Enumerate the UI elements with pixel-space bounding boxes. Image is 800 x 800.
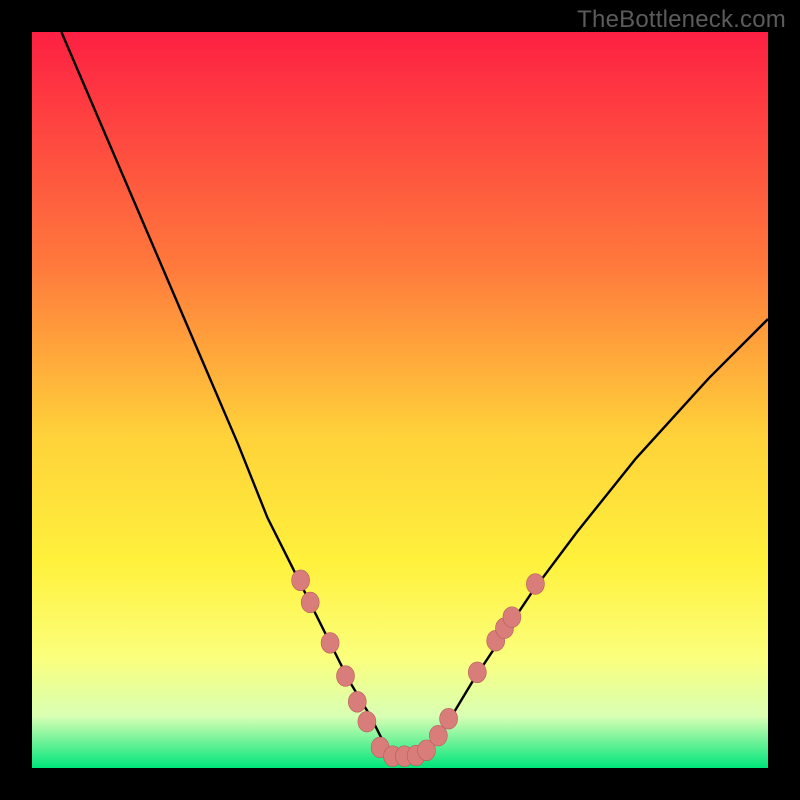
chart-frame: TheBottleneck.com	[0, 0, 800, 800]
curve-marker	[429, 725, 447, 746]
curve-marker	[468, 662, 486, 683]
watermark-text: TheBottleneck.com	[577, 6, 786, 34]
curve-marker	[526, 574, 544, 595]
chart-svg	[32, 32, 768, 768]
plot-area	[32, 32, 768, 768]
gradient-background	[32, 32, 768, 768]
curve-marker	[503, 607, 521, 628]
curve-marker	[358, 711, 376, 732]
curve-marker	[301, 592, 319, 613]
curve-marker	[292, 570, 310, 591]
curve-marker	[348, 691, 366, 712]
curve-marker	[440, 708, 458, 729]
curve-marker	[321, 633, 339, 654]
curve-marker	[337, 666, 355, 687]
